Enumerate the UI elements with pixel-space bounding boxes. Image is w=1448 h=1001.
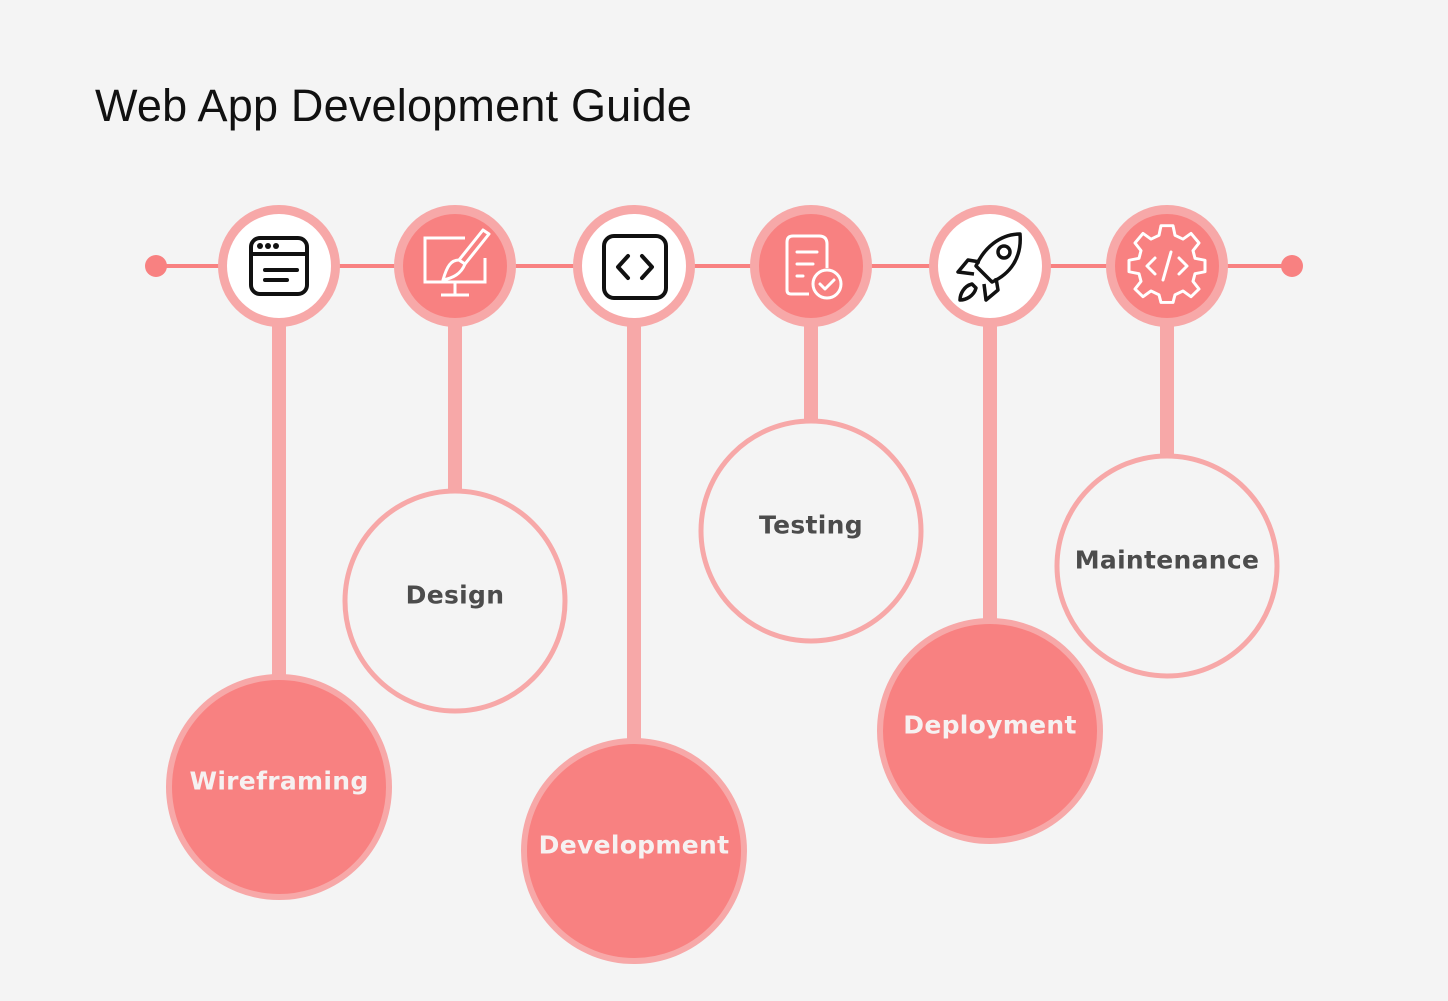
timeline-end-dot — [1281, 255, 1303, 277]
step-label-maintenance: Maintenance — [1074, 545, 1260, 575]
step-label-development: Development — [538, 830, 730, 860]
document-check-icon — [769, 224, 853, 308]
step-label-testing: Testing — [759, 510, 863, 540]
browser-window-icon — [237, 224, 321, 308]
step-label-deployment: Deployment — [903, 710, 1077, 740]
step-label-wireframing: Wireframing — [189, 766, 369, 796]
step-label-design: Design — [405, 580, 505, 610]
rocket-icon — [948, 224, 1032, 308]
gear-code-icon — [1125, 224, 1209, 308]
timeline-start-dot — [145, 255, 167, 277]
code-brackets-icon — [592, 224, 676, 308]
monitor-paintbrush-icon — [413, 224, 497, 308]
